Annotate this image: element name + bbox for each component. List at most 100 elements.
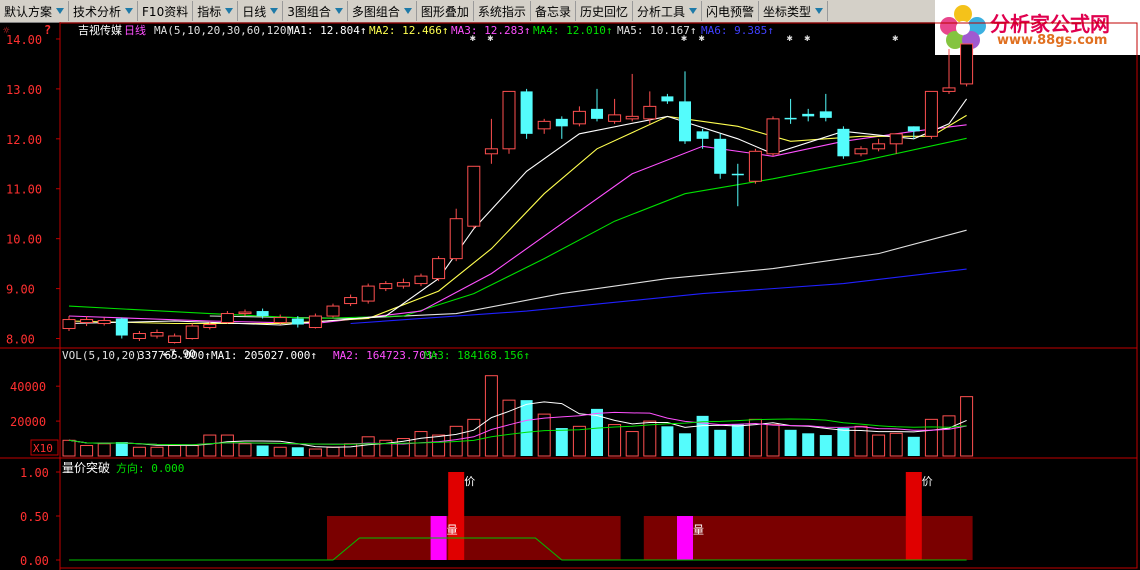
- chevron-down-icon[interactable]: [225, 8, 234, 14]
- candle-body-up: [643, 105, 657, 120]
- price-tick-label: 8.00: [6, 333, 35, 347]
- price-breakout-tag: 价: [464, 475, 475, 488]
- indicator-name: 量价突破: [62, 460, 110, 475]
- candle-body-up: [467, 165, 481, 227]
- indicator-direction: 方向: 0.000: [116, 461, 184, 475]
- indicator-tick-label: 0.00: [20, 554, 49, 568]
- candle-body-up: [960, 43, 974, 85]
- volume-bar-down: [555, 428, 568, 456]
- chevron-down-icon[interactable]: [403, 8, 412, 14]
- volume-bar-up: [344, 443, 358, 457]
- price-tick-label: 9.00: [6, 283, 35, 297]
- candle-body-up: [449, 218, 463, 260]
- candle-body-down: [696, 131, 709, 139]
- menu-item-12[interactable]: 闪电预警: [702, 1, 759, 21]
- menu-item-8[interactable]: 系统指示: [474, 1, 531, 21]
- price-breakout-bar: [448, 472, 465, 560]
- candle-body-up: [608, 114, 622, 122]
- volume-bar-down: [907, 436, 920, 456]
- volume-bar-down: [784, 429, 797, 456]
- menu-item-6[interactable]: 多图组合: [348, 1, 417, 21]
- menu-item-10[interactable]: 历史回忆: [576, 1, 633, 21]
- price-header-text: MA(5,10,20,30,60,120): [154, 24, 293, 37]
- volume-tick-label: 40000: [10, 380, 46, 394]
- candle-body-down: [784, 117, 797, 120]
- candle-body-up: [220, 313, 234, 324]
- stock-chart[interactable]: ☼? 14.0013.0012.0011.0010.009.008.00←7.9…: [0, 22, 1140, 570]
- price-header-text: MA4: 12.010↑: [533, 24, 612, 37]
- chevron-down-icon[interactable]: [334, 8, 343, 14]
- menu-item-5[interactable]: 3图组合: [283, 1, 348, 21]
- candle-body-up: [924, 90, 938, 137]
- price-header-text: MA1: 12.804↑: [287, 24, 366, 37]
- volume-bar-up: [537, 413, 551, 457]
- chevron-down-icon[interactable]: [815, 8, 824, 14]
- candle-body-up: [361, 285, 375, 302]
- candle-body-down: [591, 108, 603, 119]
- menu-item-label: 3图组合: [287, 4, 331, 19]
- menu-item-11[interactable]: 分析工具: [633, 1, 702, 21]
- candle-body-down: [555, 118, 568, 127]
- volume-bar-down: [679, 433, 691, 456]
- menu-item-1[interactable]: 技术分析: [69, 1, 139, 21]
- volume-bar-up: [625, 431, 639, 457]
- chevron-down-icon[interactable]: [270, 8, 279, 14]
- menu-item-label: 图形叠加: [420, 4, 469, 19]
- candle-body-down: [907, 126, 920, 132]
- volume-bar-up: [432, 434, 446, 457]
- menu-item-2[interactable]: F10资料: [138, 1, 194, 21]
- candle-body-down: [714, 138, 727, 174]
- volume-panel: [62, 375, 974, 457]
- volume-tick-label: 20000: [10, 415, 46, 429]
- menu-item-4[interactable]: 日线: [238, 1, 284, 21]
- price-breakout-bar: [905, 472, 922, 560]
- candle-body-up: [344, 297, 358, 305]
- volume-breakout-tag: 量: [693, 524, 704, 537]
- chevron-down-icon[interactable]: [125, 8, 134, 14]
- candle-body-up: [203, 324, 217, 329]
- chart-frame: [59, 22, 1138, 569]
- volume-bar-up: [361, 436, 375, 457]
- indicator-panel: [69, 472, 973, 561]
- indicator-tick-label: 0.50: [20, 510, 49, 524]
- menu-item-label: 历史回忆: [579, 4, 628, 19]
- volume-bar-down: [731, 424, 744, 456]
- volume-bar-up: [414, 431, 428, 457]
- price-tick-label: 13.00: [6, 83, 42, 97]
- menu-item-3[interactable]: 指标: [193, 1, 239, 21]
- volume-bar-up: [924, 418, 938, 457]
- ma3-line: [68, 124, 967, 325]
- menu-item-7[interactable]: 图形叠加: [417, 1, 474, 21]
- help-icon: ?: [44, 23, 51, 37]
- candle-body-up: [414, 275, 428, 285]
- volume-bar-up: [238, 443, 252, 457]
- menu-item-13[interactable]: 坐标类型: [759, 1, 829, 21]
- menu-item-label: 分析工具: [636, 4, 685, 19]
- chevron-down-icon[interactable]: [688, 8, 697, 14]
- menu-item-0[interactable]: 默认方案: [0, 1, 70, 21]
- candle-body-up: [572, 110, 586, 125]
- menu-item-label: 指标: [197, 4, 222, 19]
- volume-bar-up: [80, 445, 94, 457]
- volume-bar-up: [326, 446, 340, 457]
- candle-body-down: [256, 311, 269, 317]
- volume-bar-up: [766, 424, 780, 457]
- menu-item-9[interactable]: 备忘录: [531, 1, 576, 21]
- candle-body-down: [661, 96, 674, 102]
- signal-star-icon: ✱: [804, 33, 810, 44]
- candle-body-up: [80, 319, 94, 324]
- menu-item-label: 多图组合: [351, 4, 400, 19]
- breakout-zone: [643, 516, 973, 560]
- price-tick-label: 11.00: [6, 183, 42, 197]
- volume-bar-up: [308, 448, 322, 457]
- volume-bar-up: [889, 432, 903, 457]
- volume-header-text: 337765.000↑: [138, 349, 211, 362]
- volume-bar-up: [572, 425, 586, 457]
- price-header-text: 吉视传媒: [78, 23, 122, 37]
- menu-item-label: 默认方案: [4, 4, 53, 19]
- price-tick-label: 10.00: [6, 233, 42, 247]
- volume-bar-down: [802, 433, 815, 456]
- chevron-down-icon[interactable]: [56, 8, 65, 14]
- volume-bar-up: [220, 434, 234, 457]
- volume-bar-down: [714, 429, 727, 456]
